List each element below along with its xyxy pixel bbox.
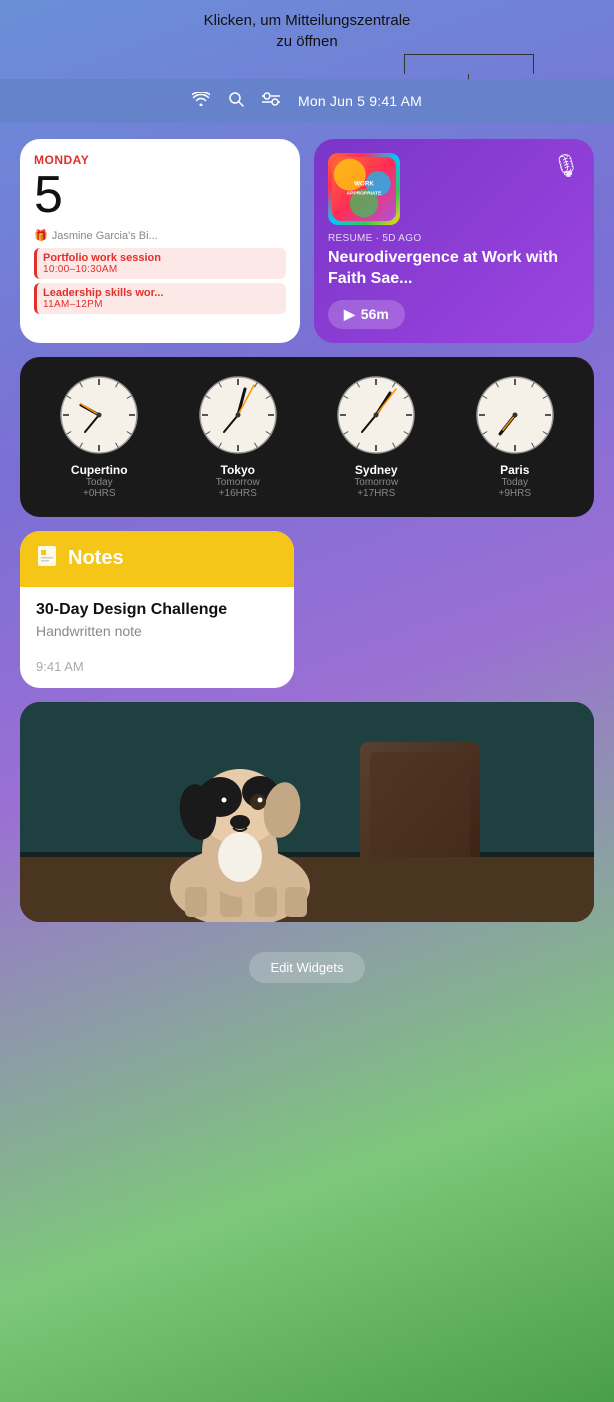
widgets-area: MONDAY 5 🎁 Jasmine Garcia's Bi... Portfo…: [0, 123, 614, 1019]
clock-widget[interactable]: Cupertino Today +0HRS: [20, 357, 594, 517]
search-icon[interactable]: [228, 91, 244, 112]
wifi-icon[interactable]: [192, 92, 210, 111]
edit-widgets-area: Edit Widgets: [20, 936, 594, 1003]
dog-photo: [20, 702, 594, 922]
clock-face-cupertino: [59, 375, 139, 455]
menu-bar: Mon Jun 5 9:41 AM: [0, 79, 614, 123]
notes-note-time: 9:41 AM: [36, 659, 278, 674]
svg-text:WORK: WORK: [354, 180, 374, 187]
calendar-date: 5: [34, 169, 286, 221]
podcast-cover: WORK APPROPRIATE: [328, 153, 400, 225]
clock-face-paris: [475, 375, 555, 455]
notes-header: Notes: [20, 531, 294, 587]
notes-note-title: 30-Day Design Challenge: [36, 601, 278, 619]
clock-cupertino: Cupertino Today +0HRS: [59, 375, 139, 499]
clock-sydney-label: Sydney Tomorrow +17HRS: [354, 463, 398, 499]
cal-event-2-title: Leadership skills wor...: [43, 287, 280, 299]
svg-text:APPROPRIATE: APPROPRIATE: [347, 190, 383, 196]
podcast-meta: RESUME · 5D AGO: [328, 233, 580, 244]
clock-paris-label: Paris Today +9HRS: [498, 463, 531, 499]
annotation: Klicken, um Mitteilungszentrale zu öffne…: [0, 0, 614, 79]
notes-widget[interactable]: Notes 30-Day Design Challenge Handwritte…: [20, 531, 294, 688]
calendar-day-label: MONDAY: [34, 153, 286, 167]
clock-face-tokyo: [198, 375, 278, 455]
podcast-top: WORK APPROPRIATE 🎙: [328, 153, 580, 225]
control-center-icon[interactable]: [262, 92, 280, 111]
clock-face-sydney: [336, 375, 416, 455]
annotation-line2: zu öffnen: [20, 31, 594, 52]
top-row: MONDAY 5 🎁 Jasmine Garcia's Bi... Portfo…: [20, 139, 594, 343]
edit-widgets-button[interactable]: Edit Widgets: [249, 952, 366, 983]
notes-app-title: Notes: [68, 547, 124, 570]
calendar-event-2: Leadership skills wor... 11AM–12PM: [34, 283, 286, 314]
podcast-duration: 56m: [361, 306, 389, 322]
menu-bar-time: Mon Jun 5 9:41 AM: [298, 93, 422, 109]
play-icon: ▶: [344, 306, 355, 323]
clock-tokyo: Tokyo Tomorrow +16HRS: [198, 375, 278, 499]
cal-event-1-time: 10:00–10:30AM: [43, 264, 280, 275]
calendar-widget[interactable]: MONDAY 5 🎁 Jasmine Garcia's Bi... Portfo…: [20, 139, 300, 343]
podcast-app-icon: 🎙: [552, 153, 580, 179]
calendar-birthday: 🎁 Jasmine Garcia's Bi...: [34, 229, 286, 242]
podcast-title: Neurodivergence at Work with Faith Sae..…: [328, 248, 580, 290]
clock-sydney: Sydney Tomorrow +17HRS: [336, 375, 416, 499]
annotation-line1: Klicken, um Mitteilungszentrale: [20, 10, 594, 31]
clock-tokyo-label: Tokyo Tomorrow +16HRS: [216, 463, 260, 499]
birthday-icon: 🎁: [34, 229, 48, 242]
notes-note-subtitle: Handwritten note: [36, 623, 278, 639]
cal-event-2-time: 11AM–12PM: [43, 299, 280, 310]
notes-icon: [36, 545, 58, 573]
podcast-play-button[interactable]: ▶ 56m: [328, 300, 405, 329]
clock-cupertino-label: Cupertino Today +0HRS: [71, 463, 128, 499]
clock-paris: Paris Today +9HRS: [475, 375, 555, 499]
cal-event-1-title: Portfolio work session: [43, 252, 280, 264]
podcast-widget[interactable]: WORK APPROPRIATE 🎙 RESUME · 5D AGO Neuro…: [314, 139, 594, 343]
notes-body: 30-Day Design Challenge Handwritten note…: [20, 587, 294, 688]
calendar-event-1: Portfolio work session 10:00–10:30AM: [34, 248, 286, 279]
photo-widget[interactable]: [20, 702, 594, 922]
